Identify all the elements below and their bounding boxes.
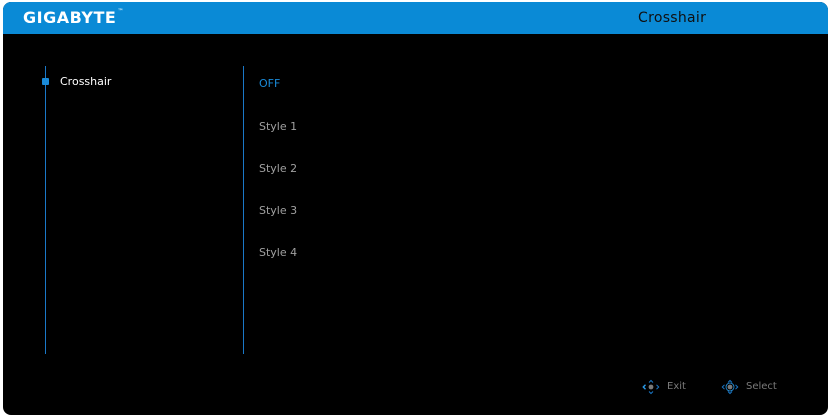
osd-window: GIGABYTE™ Crosshair Crosshair OFF Style … <box>3 2 828 415</box>
active-marker-icon <box>42 78 49 85</box>
brand-trademark: ™ <box>117 8 124 15</box>
menu-item-label: Crosshair <box>60 75 112 88</box>
joystick-press-icon <box>721 379 739 395</box>
joystick-left-icon <box>642 379 660 395</box>
exit-label: Exit <box>667 381 686 392</box>
title-bar: GIGABYTE™ Crosshair <box>3 2 828 34</box>
page-title: Crosshair <box>638 10 707 26</box>
option-style-2[interactable]: Style 2 <box>259 162 297 175</box>
option-style-4[interactable]: Style 4 <box>259 246 297 259</box>
menu-divider-middle <box>243 66 244 354</box>
brand-logo: GIGABYTE™ <box>23 8 124 27</box>
select-label: Select <box>746 381 777 392</box>
menu-divider-left <box>45 66 46 354</box>
option-style-3[interactable]: Style 3 <box>259 204 297 217</box>
option-off[interactable]: OFF <box>259 77 280 90</box>
brand-name: GIGABYTE <box>23 8 117 27</box>
option-style-1[interactable]: Style 1 <box>259 120 297 133</box>
